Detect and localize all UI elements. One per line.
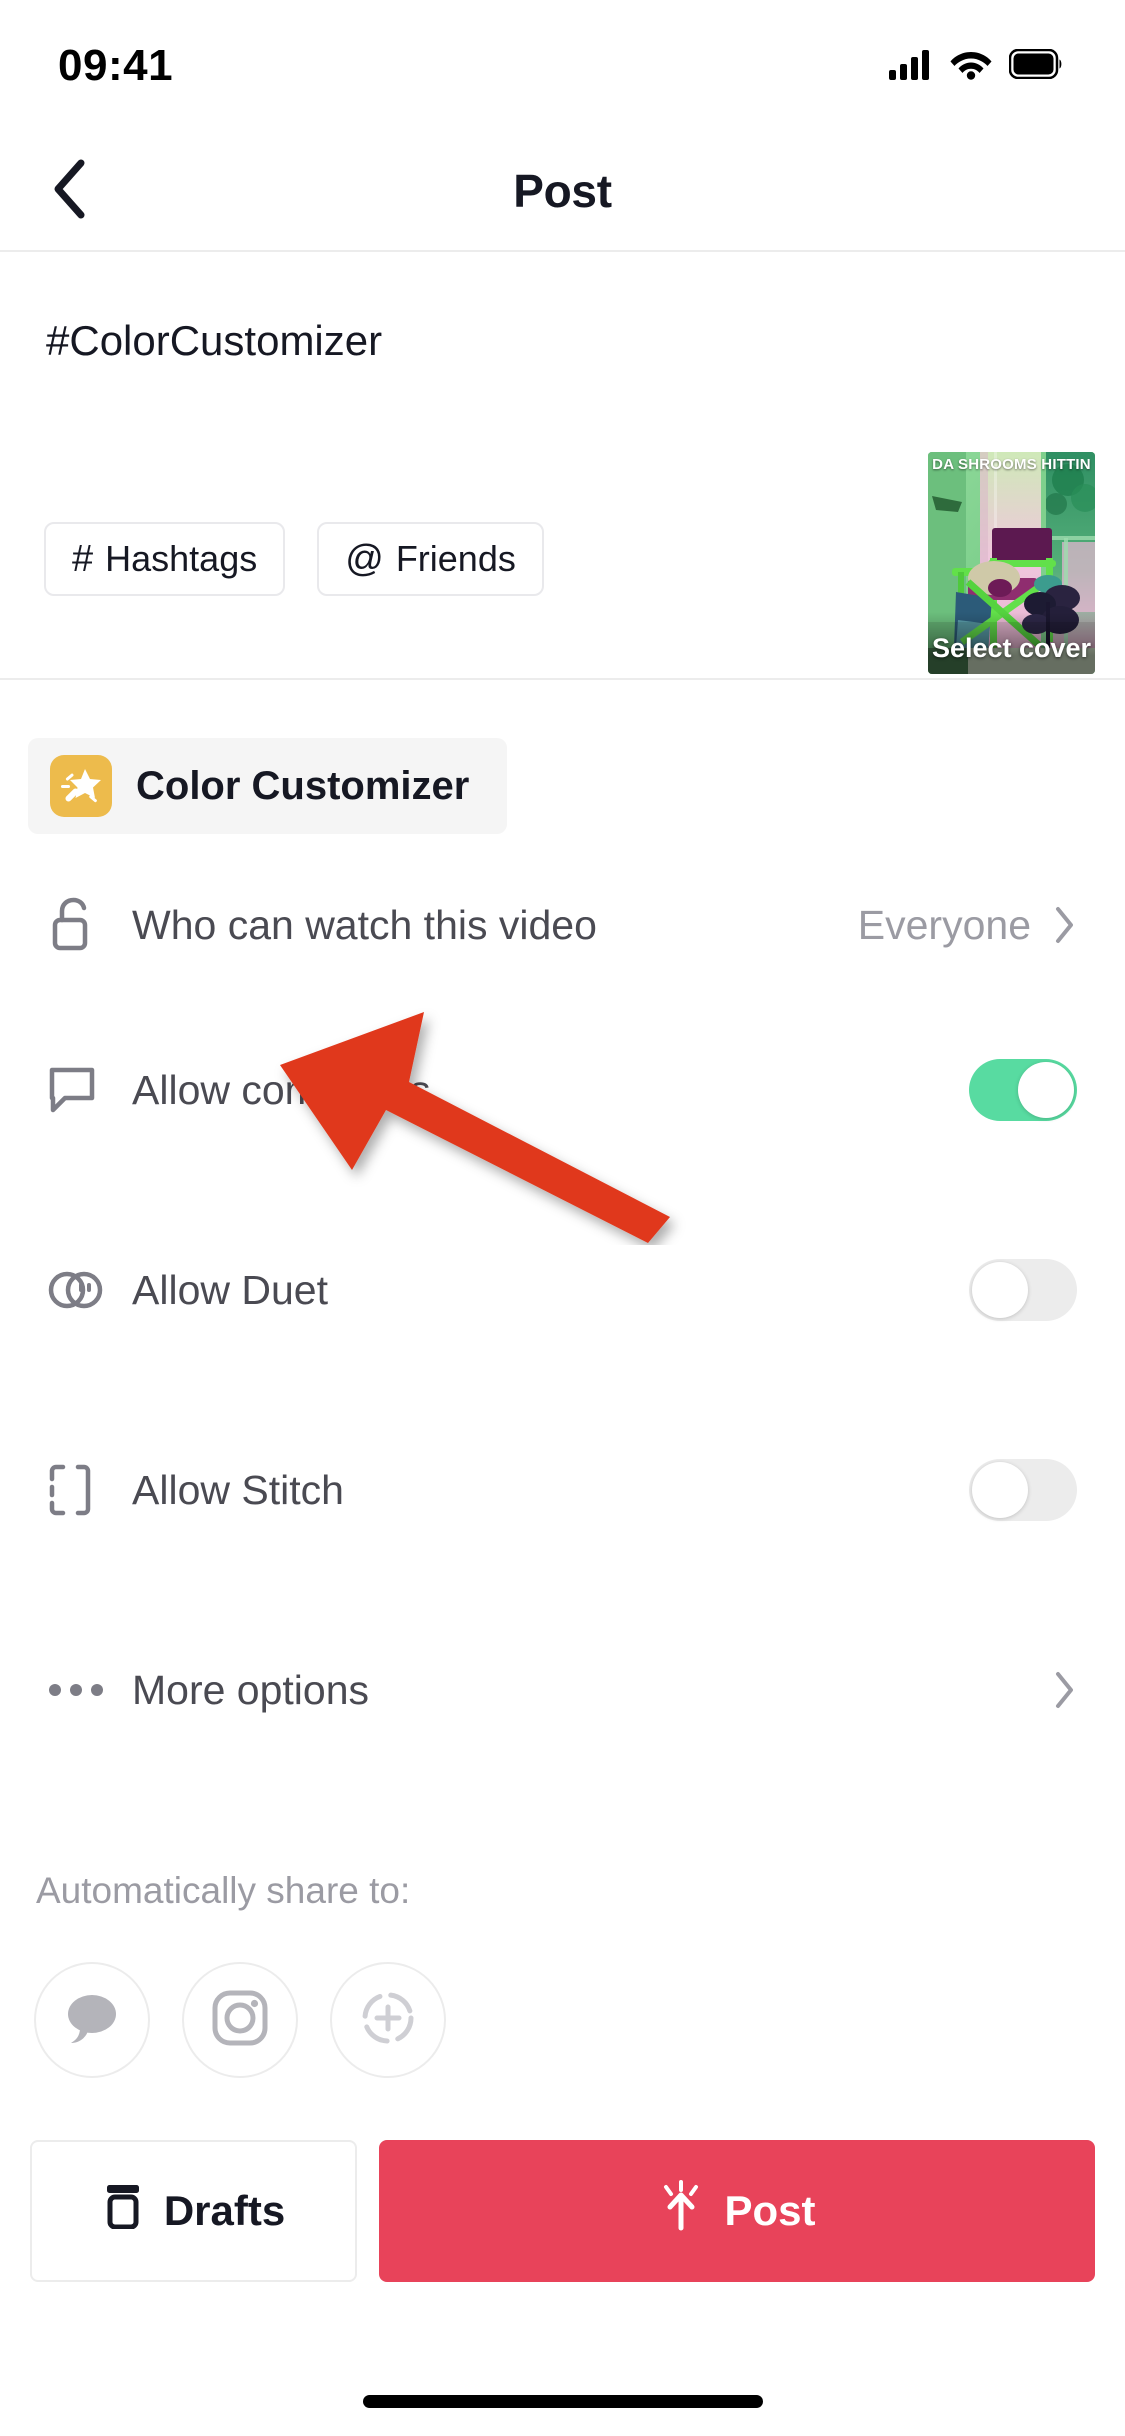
status-bar-indicators	[889, 48, 1063, 85]
messages-bubble-icon	[62, 1990, 122, 2051]
back-button[interactable]	[30, 151, 110, 231]
archive-box-icon	[102, 2183, 144, 2239]
setting-row-more-options[interactable]: More options	[0, 1590, 1125, 1790]
share-targets	[34, 1962, 446, 2078]
chevron-right-icon[interactable]	[1053, 1670, 1077, 1710]
hashtags-button[interactable]: # Hashtags	[44, 522, 286, 596]
setting-label-privacy: Who can watch this video	[132, 901, 597, 948]
instagram-icon	[210, 1988, 270, 2053]
post-screen: 09:41 Post #ColorCustomizer # Hashtags @…	[0, 0, 1125, 2436]
chevron-left-icon	[48, 157, 92, 226]
drafts-button[interactable]: Drafts	[30, 2140, 357, 2282]
caption-input[interactable]: #ColorCustomizer	[46, 314, 382, 369]
setting-row-allow-comments[interactable]: Allow comments	[0, 990, 1125, 1190]
cover-overlay-text: DA SHROOMS HITTIN	[932, 456, 1091, 473]
add-more-dashed-plus-icon	[358, 1988, 418, 2053]
share-target-add-more[interactable]	[330, 1962, 446, 2078]
chevron-right-icon[interactable]	[1053, 905, 1077, 945]
stitch-brackets-icon	[48, 1463, 132, 1517]
share-target-instagram[interactable]	[182, 1962, 298, 2078]
post-button[interactable]: Post	[379, 2140, 1095, 2282]
status-bar-time: 09:41	[58, 41, 174, 90]
setting-label-allow-stitch: Allow Stitch	[132, 1466, 344, 1513]
battery-icon	[1008, 48, 1063, 84]
toggle-allow-duet[interactable]	[969, 1259, 1077, 1321]
cellular-signal-icon	[889, 48, 933, 85]
duet-circles-icon	[48, 1266, 132, 1314]
setting-label-more-options: More options	[132, 1666, 370, 1713]
toggle-allow-stitch[interactable]	[969, 1459, 1077, 1521]
toggle-knob	[972, 1262, 1028, 1318]
page-title: Post	[513, 165, 612, 217]
setting-row-privacy[interactable]: Who can watch this video Everyone	[0, 860, 1125, 990]
caption-quick-actions: # Hashtags @ Friends	[44, 522, 544, 596]
setting-value-privacy: Everyone	[857, 901, 1031, 948]
effect-badge[interactable]: Color Customizer	[28, 738, 508, 834]
page-header: Post	[0, 132, 1125, 252]
settings-list: Who can watch this video Everyone Allow …	[0, 860, 1125, 1790]
friends-button[interactable]: @ Friends	[317, 522, 544, 596]
home-indicator[interactable]	[362, 2395, 763, 2408]
cover-thumbnail[interactable]: DA SHROOMS HITTIN Select cover	[928, 452, 1095, 674]
upload-sparkle-arrow-icon	[658, 2180, 704, 2242]
unlock-icon	[48, 897, 132, 953]
post-label: Post	[724, 2187, 816, 2234]
caption-section: #ColorCustomizer # Hashtags @ Friends DA…	[0, 254, 1125, 680]
toggle-knob	[972, 1462, 1028, 1518]
setting-label-allow-comments: Allow comments	[132, 1066, 431, 1113]
at-mention-icon: @	[345, 538, 384, 580]
setting-row-allow-duet[interactable]: Allow Duet	[0, 1190, 1125, 1390]
hashtags-label: Hashtags	[105, 538, 258, 579]
share-section-label: Automatically share to:	[36, 1870, 411, 1911]
bottom-action-bar: Drafts Post	[0, 2140, 1125, 2282]
select-cover-label[interactable]: Select cover	[928, 612, 1095, 674]
drafts-label: Drafts	[163, 2187, 286, 2234]
share-target-messages[interactable]	[34, 1962, 150, 2078]
effect-name-label: Color Customizer	[136, 763, 470, 808]
wifi-icon	[950, 48, 992, 85]
status-bar: 09:41	[0, 0, 1125, 132]
setting-row-allow-stitch[interactable]: Allow Stitch	[0, 1390, 1125, 1590]
friends-label: Friends	[395, 538, 516, 579]
toggle-knob	[1018, 1062, 1074, 1118]
comment-bubble-icon	[48, 1065, 132, 1115]
hashtag-icon: #	[72, 538, 94, 580]
toggle-allow-comments[interactable]	[969, 1059, 1077, 1121]
setting-label-allow-duet: Allow Duet	[132, 1266, 328, 1313]
ellipsis-icon	[48, 1681, 132, 1699]
magic-wand-sparkle-icon	[50, 755, 112, 817]
